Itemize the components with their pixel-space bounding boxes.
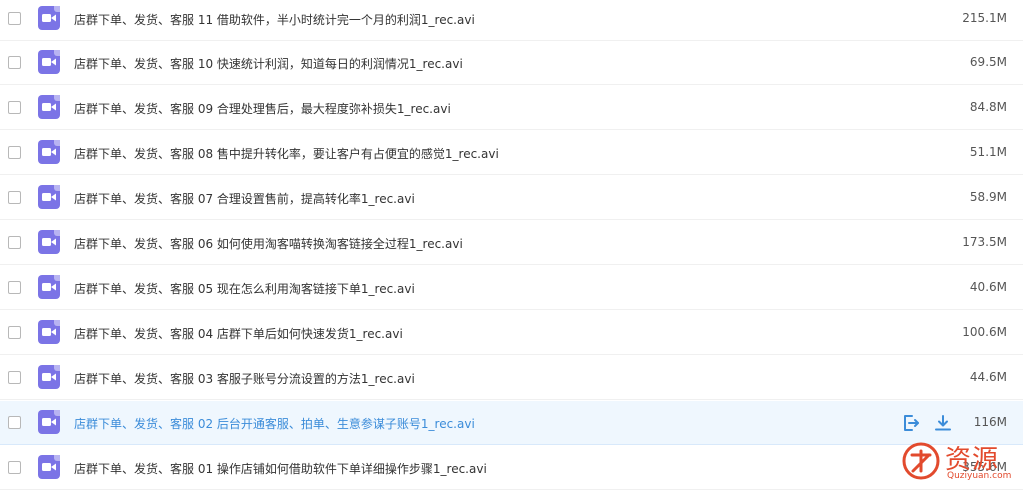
file-name[interactable]: 店群下单、发货、客服 02 后台开通客服、拍单、生意参谋子账号1_rec.avi <box>74 415 475 432</box>
download-icon[interactable] <box>934 414 952 432</box>
video-file-icon <box>38 275 60 299</box>
file-size: 51.1M <box>969 145 1007 159</box>
row-checkbox[interactable] <box>8 236 21 249</box>
row-checkbox[interactable] <box>8 461 21 474</box>
row-checkbox[interactable] <box>8 191 21 204</box>
file-name[interactable]: 店群下单、发货、客服 06 如何使用淘客喵转换淘客链接全过程1_rec.avi <box>74 235 463 252</box>
video-file-icon <box>38 320 60 344</box>
file-row[interactable]: 店群下单、发货、客服 07 合理设置售前，提高转化率1_rec.avi 58.9… <box>0 176 1023 220</box>
file-size: 355.6M <box>962 460 1007 474</box>
video-file-icon <box>38 185 60 209</box>
file-size: 69.5M <box>969 55 1007 69</box>
video-file-icon <box>38 140 60 164</box>
share-icon[interactable] <box>902 414 920 432</box>
file-row[interactable]: 店群下单、发货、客服 10 快速统计利润，知道每日的利润情况1_rec.avi … <box>0 41 1023 85</box>
file-row[interactable]: 店群下单、发货、客服 01 操作店铺如何借助软件下单详细操作步骤1_rec.av… <box>0 446 1023 490</box>
file-size: 215.1M <box>962 11 1007 25</box>
file-size: 84.8M <box>969 100 1007 114</box>
video-file-icon <box>38 6 60 30</box>
video-file-icon <box>38 365 60 389</box>
row-checkbox[interactable] <box>8 371 21 384</box>
file-row[interactable]: 店群下单、发货、客服 09 合理处理售后，最大程度弥补损失1_rec.avi 8… <box>0 86 1023 130</box>
file-size: 40.6M <box>969 280 1007 294</box>
file-row-hovered[interactable]: 店群下单、发货、客服 02 后台开通客服、拍单、生意参谋子账号1_rec.avi… <box>0 401 1023 445</box>
row-checkbox[interactable] <box>8 416 21 429</box>
file-size: 116M <box>973 415 1007 429</box>
row-checkbox[interactable] <box>8 281 21 294</box>
video-file-icon <box>38 455 60 479</box>
file-row[interactable]: 店群下单、发货、客服 08 售中提升转化率，要让客户有占便宜的感觉1_rec.a… <box>0 131 1023 175</box>
file-row[interactable]: 店群下单、发货、客服 05 现在怎么利用淘客链接下单1_rec.avi 40.6… <box>0 266 1023 310</box>
file-name[interactable]: 店群下单、发货、客服 09 合理处理售后，最大程度弥补损失1_rec.avi <box>74 100 451 117</box>
video-file-icon <box>38 95 60 119</box>
file-name[interactable]: 店群下单、发货、客服 03 客服子账号分流设置的方法1_rec.avi <box>74 370 415 387</box>
file-name[interactable]: 店群下单、发货、客服 01 操作店铺如何借助软件下单详细操作步骤1_rec.av… <box>74 460 487 477</box>
file-row[interactable]: 店群下单、发货、客服 06 如何使用淘客喵转换淘客链接全过程1_rec.avi … <box>0 221 1023 265</box>
file-name[interactable]: 店群下单、发货、客服 08 售中提升转化率，要让客户有占便宜的感觉1_rec.a… <box>74 145 499 162</box>
row-checkbox[interactable] <box>8 326 21 339</box>
file-size: 100.6M <box>962 325 1007 339</box>
file-name[interactable]: 店群下单、发货、客服 05 现在怎么利用淘客链接下单1_rec.avi <box>74 280 415 297</box>
file-row[interactable]: 店群下单、发货、客服 03 客服子账号分流设置的方法1_rec.avi 44.6… <box>0 356 1023 400</box>
video-file-icon <box>38 230 60 254</box>
row-checkbox[interactable] <box>8 56 21 69</box>
row-checkbox[interactable] <box>8 146 21 159</box>
file-size: 173.5M <box>962 235 1007 249</box>
row-checkbox[interactable] <box>8 101 21 114</box>
file-name[interactable]: 店群下单、发货、客服 07 合理设置售前，提高转化率1_rec.avi <box>74 190 415 207</box>
row-checkbox[interactable] <box>8 12 21 25</box>
file-row[interactable]: 店群下单、发货、客服 11 借助软件，半小时统计完一个月的利润1_rec.avi… <box>0 0 1023 41</box>
file-name[interactable]: 店群下单、发货、客服 11 借助软件，半小时统计完一个月的利润1_rec.avi <box>74 11 475 28</box>
video-file-icon <box>38 410 60 434</box>
video-file-icon <box>38 50 60 74</box>
file-name[interactable]: 店群下单、发货、客服 04 店群下单后如何快速发货1_rec.avi <box>74 325 403 342</box>
file-size: 58.9M <box>969 190 1007 204</box>
file-row[interactable]: 店群下单、发货、客服 04 店群下单后如何快速发货1_rec.avi 100.6… <box>0 311 1023 355</box>
file-size: 44.6M <box>969 370 1007 384</box>
file-name[interactable]: 店群下单、发货、客服 10 快速统计利润，知道每日的利润情况1_rec.avi <box>74 55 463 72</box>
